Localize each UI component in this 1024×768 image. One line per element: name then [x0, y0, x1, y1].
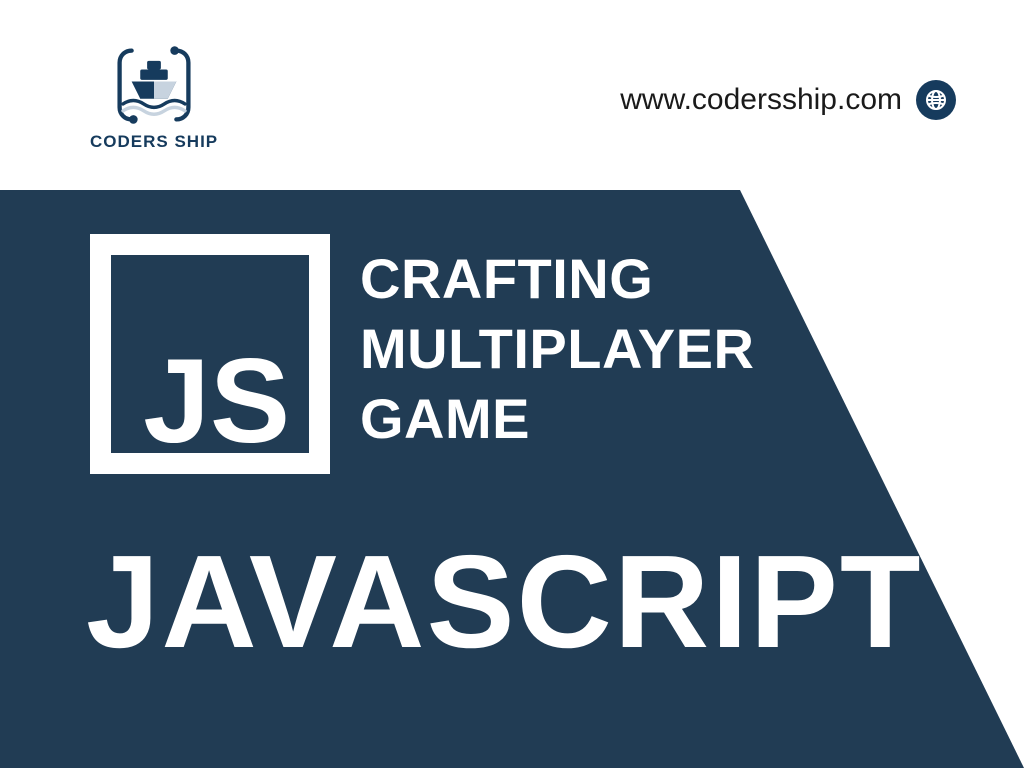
headline: CRAFTING MULTIPLAYER GAME	[360, 244, 754, 454]
main-panel: JS CRAFTING MULTIPLAYER GAME JAVASCRIPT	[0, 190, 1024, 768]
js-logo-icon: JS	[90, 234, 330, 474]
headline-line-3: GAME	[360, 384, 754, 454]
headline-line-2: MULTIPLAYER	[360, 314, 754, 384]
headline-line-1: CRAFTING	[360, 244, 754, 314]
globe-icon	[916, 80, 956, 120]
website-url-block: www.codersship.com	[620, 80, 956, 120]
brand-name: CODERS SHIP	[90, 132, 218, 152]
language-title: JAVASCRIPT	[86, 526, 923, 677]
header: CODERS SHIP www.codersship.com	[0, 0, 1024, 200]
website-url[interactable]: www.codersship.com	[620, 83, 902, 117]
js-label: JS	[143, 334, 290, 468]
panel-content: JS CRAFTING MULTIPLAYER GAME JAVASCRIPT	[0, 190, 1024, 768]
ship-logo-icon	[111, 42, 197, 128]
brand-logo: CODERS SHIP	[90, 42, 218, 152]
promo-card: CODERS SHIP www.codersship.com	[0, 0, 1024, 768]
